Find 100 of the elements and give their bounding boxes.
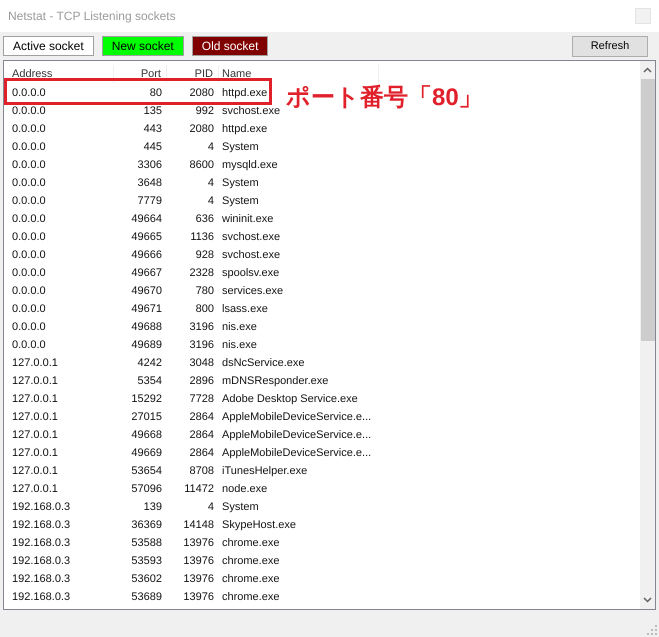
legend-label: New socket: [102, 36, 184, 56]
table-cell: 49668: [131, 429, 162, 441]
table-cell: 2896: [190, 375, 214, 387]
table-cell: chrome.exe: [222, 537, 280, 549]
table-cell: 192.168.0.3: [12, 591, 70, 603]
table-cell: 127.0.0.1: [12, 465, 58, 477]
table-cell: 14148: [183, 519, 214, 531]
legend-label: Active socket: [3, 36, 94, 56]
table-cell: Adobe Desktop Service.exe: [222, 393, 358, 405]
column-header[interactable]: PID: [168, 66, 217, 82]
table-cell: 49670: [131, 285, 162, 297]
table-cell: 0.0.0.0: [12, 213, 46, 225]
table-cell: services.exe: [222, 285, 284, 297]
table-cell: System: [222, 501, 259, 513]
table-cell: httpd.exe: [222, 123, 268, 135]
table-cell: 928: [196, 249, 214, 261]
table-cell: 3648: [138, 177, 162, 189]
table-cell: mDNSResponder.exe: [222, 375, 328, 387]
table-cell: 49688: [131, 321, 162, 333]
table-cell: 49665: [131, 231, 162, 243]
table-cell: 2080: [190, 87, 214, 99]
table-cell: chrome.exe: [222, 555, 280, 567]
table-cell: 2080: [190, 123, 214, 135]
table-cell: 13976: [183, 555, 214, 567]
table-cell: 49667: [131, 267, 162, 279]
table-cell: 13976: [183, 537, 214, 549]
table-cell: nis.exe: [222, 321, 257, 333]
scroll-thumb[interactable]: [640, 79, 654, 341]
table-cell: 127.0.0.1: [12, 429, 58, 441]
table-cell: 2864: [190, 429, 214, 441]
table-cell: 0.0.0.0: [12, 339, 46, 351]
table-cell: svchost.exe: [222, 231, 280, 243]
table-cell: 53588: [131, 537, 162, 549]
table-cell: iTunesHelper.exe: [222, 465, 308, 477]
table-cell: AppleMobileDeviceService.e...: [222, 411, 372, 423]
table-cell: 127.0.0.1: [12, 411, 58, 423]
table-cell: 0.0.0.0: [12, 141, 46, 153]
table-cell: 53602: [131, 573, 162, 585]
refresh-button[interactable]: Refresh: [572, 36, 648, 56]
table-cell: 192.168.0.3: [12, 537, 70, 549]
table-cell: System: [222, 195, 259, 207]
table-cell: 49671: [131, 303, 162, 315]
table-cell: 5354: [138, 375, 162, 387]
table-cell: 0.0.0.0: [12, 321, 46, 333]
table-cell: 0.0.0.0: [12, 177, 46, 189]
table-cell: mysqld.exe: [222, 159, 278, 171]
table-cell: 53593: [131, 555, 162, 567]
table-cell: 0.0.0.0: [12, 285, 46, 297]
table-cell: 8600: [190, 159, 214, 171]
table-cell: wininit.exe: [222, 213, 274, 225]
table-cell: 27015: [131, 411, 162, 423]
scroll-down-icon[interactable]: [643, 597, 652, 603]
table-cell: 992: [196, 105, 214, 117]
scroll-up-icon[interactable]: [643, 67, 652, 73]
table-cell: System: [222, 177, 259, 189]
column-header[interactable]: Port: [115, 66, 165, 82]
column-header[interactable]: Address: [10, 66, 112, 82]
table-cell: 4: [208, 195, 214, 207]
table-cell: 49664: [131, 213, 162, 225]
table-cell: 7779: [138, 195, 162, 207]
table-cell: 3306: [138, 159, 162, 171]
column-header[interactable]: Name: [220, 66, 377, 82]
table-cell: 636: [196, 213, 214, 225]
table-cell: 0.0.0.0: [12, 87, 46, 99]
table-cell: 800: [196, 303, 214, 315]
table-cell: 36369: [131, 519, 162, 531]
table-cell: 4: [208, 141, 214, 153]
scrollbar[interactable]: [640, 61, 655, 609]
resize-grip-icon[interactable]: [647, 625, 657, 635]
table-cell: 4: [208, 177, 214, 189]
table-cell: 3048: [190, 357, 214, 369]
table-cell: 57096: [131, 483, 162, 495]
table-cell: 127.0.0.1: [12, 483, 58, 495]
table-cell: 0.0.0.0: [12, 123, 46, 135]
table-cell: 780: [196, 285, 214, 297]
table-cell: 127.0.0.1: [12, 393, 58, 405]
table-cell: nis.exe: [222, 339, 257, 351]
table-cell: 0.0.0.0: [12, 195, 46, 207]
table-cell: 192.168.0.3: [12, 519, 70, 531]
table-cell: 49666: [131, 249, 162, 261]
table-cell: httpd.exe: [222, 87, 268, 99]
table-cell: lsass.exe: [222, 303, 268, 315]
table-cell: SkypeHost.exe: [222, 519, 296, 531]
table-cell: 127.0.0.1: [12, 375, 58, 387]
table-cell: 2328: [190, 267, 214, 279]
table-cell: 8708: [190, 465, 214, 477]
window-title: Netstat - TCP Listening sockets: [8, 8, 176, 25]
table-cell: 49689: [131, 339, 162, 351]
table-cell: 135: [144, 105, 162, 117]
table-cell: 49669: [131, 447, 162, 459]
table-cell: chrome.exe: [222, 591, 280, 603]
table-cell: 80: [150, 87, 162, 99]
table-cell: svchost.exe: [222, 105, 280, 117]
table-cell: 0.0.0.0: [12, 159, 46, 171]
table-cell: 1136: [190, 231, 214, 243]
table-cell: AppleMobileDeviceService.e...: [222, 447, 372, 459]
table-cell: 0.0.0.0: [12, 105, 46, 117]
table-cell: 0.0.0.0: [12, 249, 46, 261]
table-cell: node.exe: [222, 483, 268, 495]
close-button[interactable]: [635, 8, 651, 24]
